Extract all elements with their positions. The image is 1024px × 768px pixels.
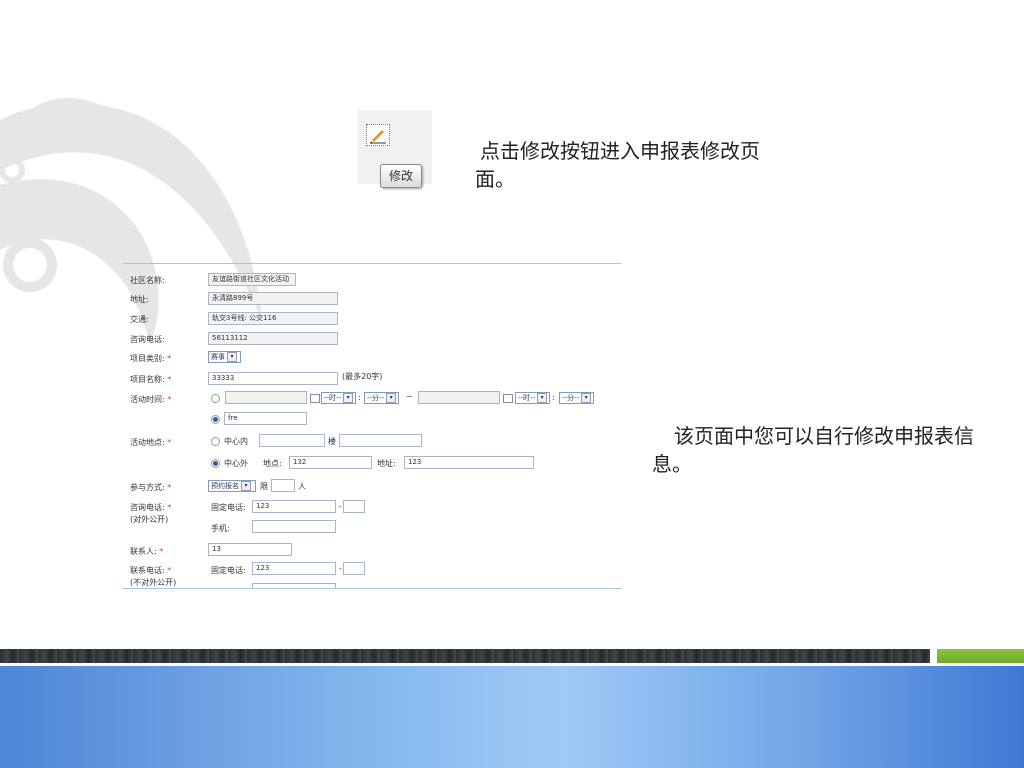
participation-select[interactable]: 预约报名 ▾ [208,480,256,492]
mobile-input[interactable] [252,520,336,533]
contact-label: 联系人: * [130,547,164,556]
time-range-radio[interactable] [211,394,220,403]
chevron-down-icon: ▾ [537,393,548,403]
colon-separator: : [358,393,361,402]
end-date-input[interactable] [418,391,500,404]
place-label: 地点: [263,459,282,468]
end-minute-select[interactable]: --分-- ▾ [559,392,594,404]
consult-phone2-label: 咨询电话: * [130,503,172,512]
fixed-phone2-label: 固定电话: [211,566,246,575]
center-inside-radio[interactable] [211,437,220,446]
contact-input[interactable]: 13 [208,543,292,556]
private-note: (不对外公开) [130,578,177,587]
participation-label: 参与方式: * [130,483,172,492]
person-unit: 人 [298,482,306,491]
center-outside-label: 中心外 [224,459,248,468]
community-name-label: 社区名称: [130,276,165,285]
end-hour-select[interactable]: --时-- ▾ [515,392,550,404]
category-select[interactable]: 赛事 ▾ [208,351,241,363]
center-inside-label: 中心内 [224,437,248,446]
footer-blue-band [0,666,1024,768]
time-label: 活动时间: * [130,395,172,404]
phone2-dash: - [339,564,342,573]
mobile2-input[interactable] [252,583,336,588]
phone-dash: - [339,502,342,511]
contact-phone-label: 联系电话: * [130,566,172,575]
address-field: 永清路899号 [208,292,338,305]
footer-dark-bar [0,649,930,663]
limit-label: 限 [260,482,268,491]
center-outside-radio[interactable] [211,459,220,468]
caption-edit-instruction: 点击修改按钮进入申报表修改页面。 [475,139,760,191]
start-date-input[interactable] [225,391,307,404]
address-label: 地址: [130,295,149,304]
start-minute-select[interactable]: --分-- ▾ [364,392,399,404]
traffic-label: 交通: [130,315,149,324]
edit-button-callout: 修改 [358,110,432,188]
range-separator: ~ [406,392,413,401]
addr-input[interactable]: 123 [404,456,534,469]
footer-green-bar [937,649,1024,663]
location-label: 活动地点: * [130,438,172,447]
start-hour-select[interactable]: --时-- ▾ [321,392,356,404]
fixed-phone-input[interactable]: 123 [252,500,336,513]
mobile-label: 手机: [211,524,230,533]
chevron-down-icon: ▾ [581,393,592,403]
project-name-hint: (最多20字) [342,372,383,381]
addr-label: 地址: [377,459,396,468]
project-name-input[interactable]: 33333 [208,372,338,385]
building-label: 楼 [328,437,336,446]
category-label: 项目类别: * [130,354,172,363]
caption-form-description: 该页面中您可以自行修改申报表信息。 [652,424,974,476]
time-custom-radio[interactable] [211,415,220,424]
room-input[interactable] [259,434,325,447]
chevron-down-icon: ▾ [227,352,237,362]
limit-input[interactable] [271,479,295,492]
application-form: 社区名称: 友谊路街道社区文化活动 地址: 永清路899号 交通: 轨交3号线:… [123,263,621,589]
consult-phone-label: 咨询电话: [130,335,165,344]
chevron-down-icon: ▾ [386,393,397,403]
phone-ext-input[interactable] [343,500,365,513]
consult-phone-field: 56113112 [208,332,338,345]
edit-button[interactable]: 修改 [380,164,422,188]
calendar-icon[interactable] [310,394,320,403]
calendar-icon[interactable] [503,394,513,403]
fixed-phone2-input[interactable]: 123 [252,562,336,575]
community-name-field: 友谊路街道社区文化活动 [208,273,296,286]
building-input[interactable] [339,434,422,447]
colon-separator: : [552,393,555,402]
traffic-field: 轨交3号线: 公交116 [208,312,338,325]
project-name-label: 项目名称: * [130,375,172,384]
phone2-ext-input[interactable] [343,562,365,575]
fixed-phone-label: 固定电话: [211,503,246,512]
time-custom-input[interactable]: fre [224,412,307,425]
chevron-down-icon: ▾ [343,393,354,403]
public-note: (对外公开) [130,515,169,524]
pencil-icon[interactable] [366,124,390,146]
chevron-down-icon: ▾ [241,481,251,491]
place-input[interactable]: 132 [289,456,372,469]
